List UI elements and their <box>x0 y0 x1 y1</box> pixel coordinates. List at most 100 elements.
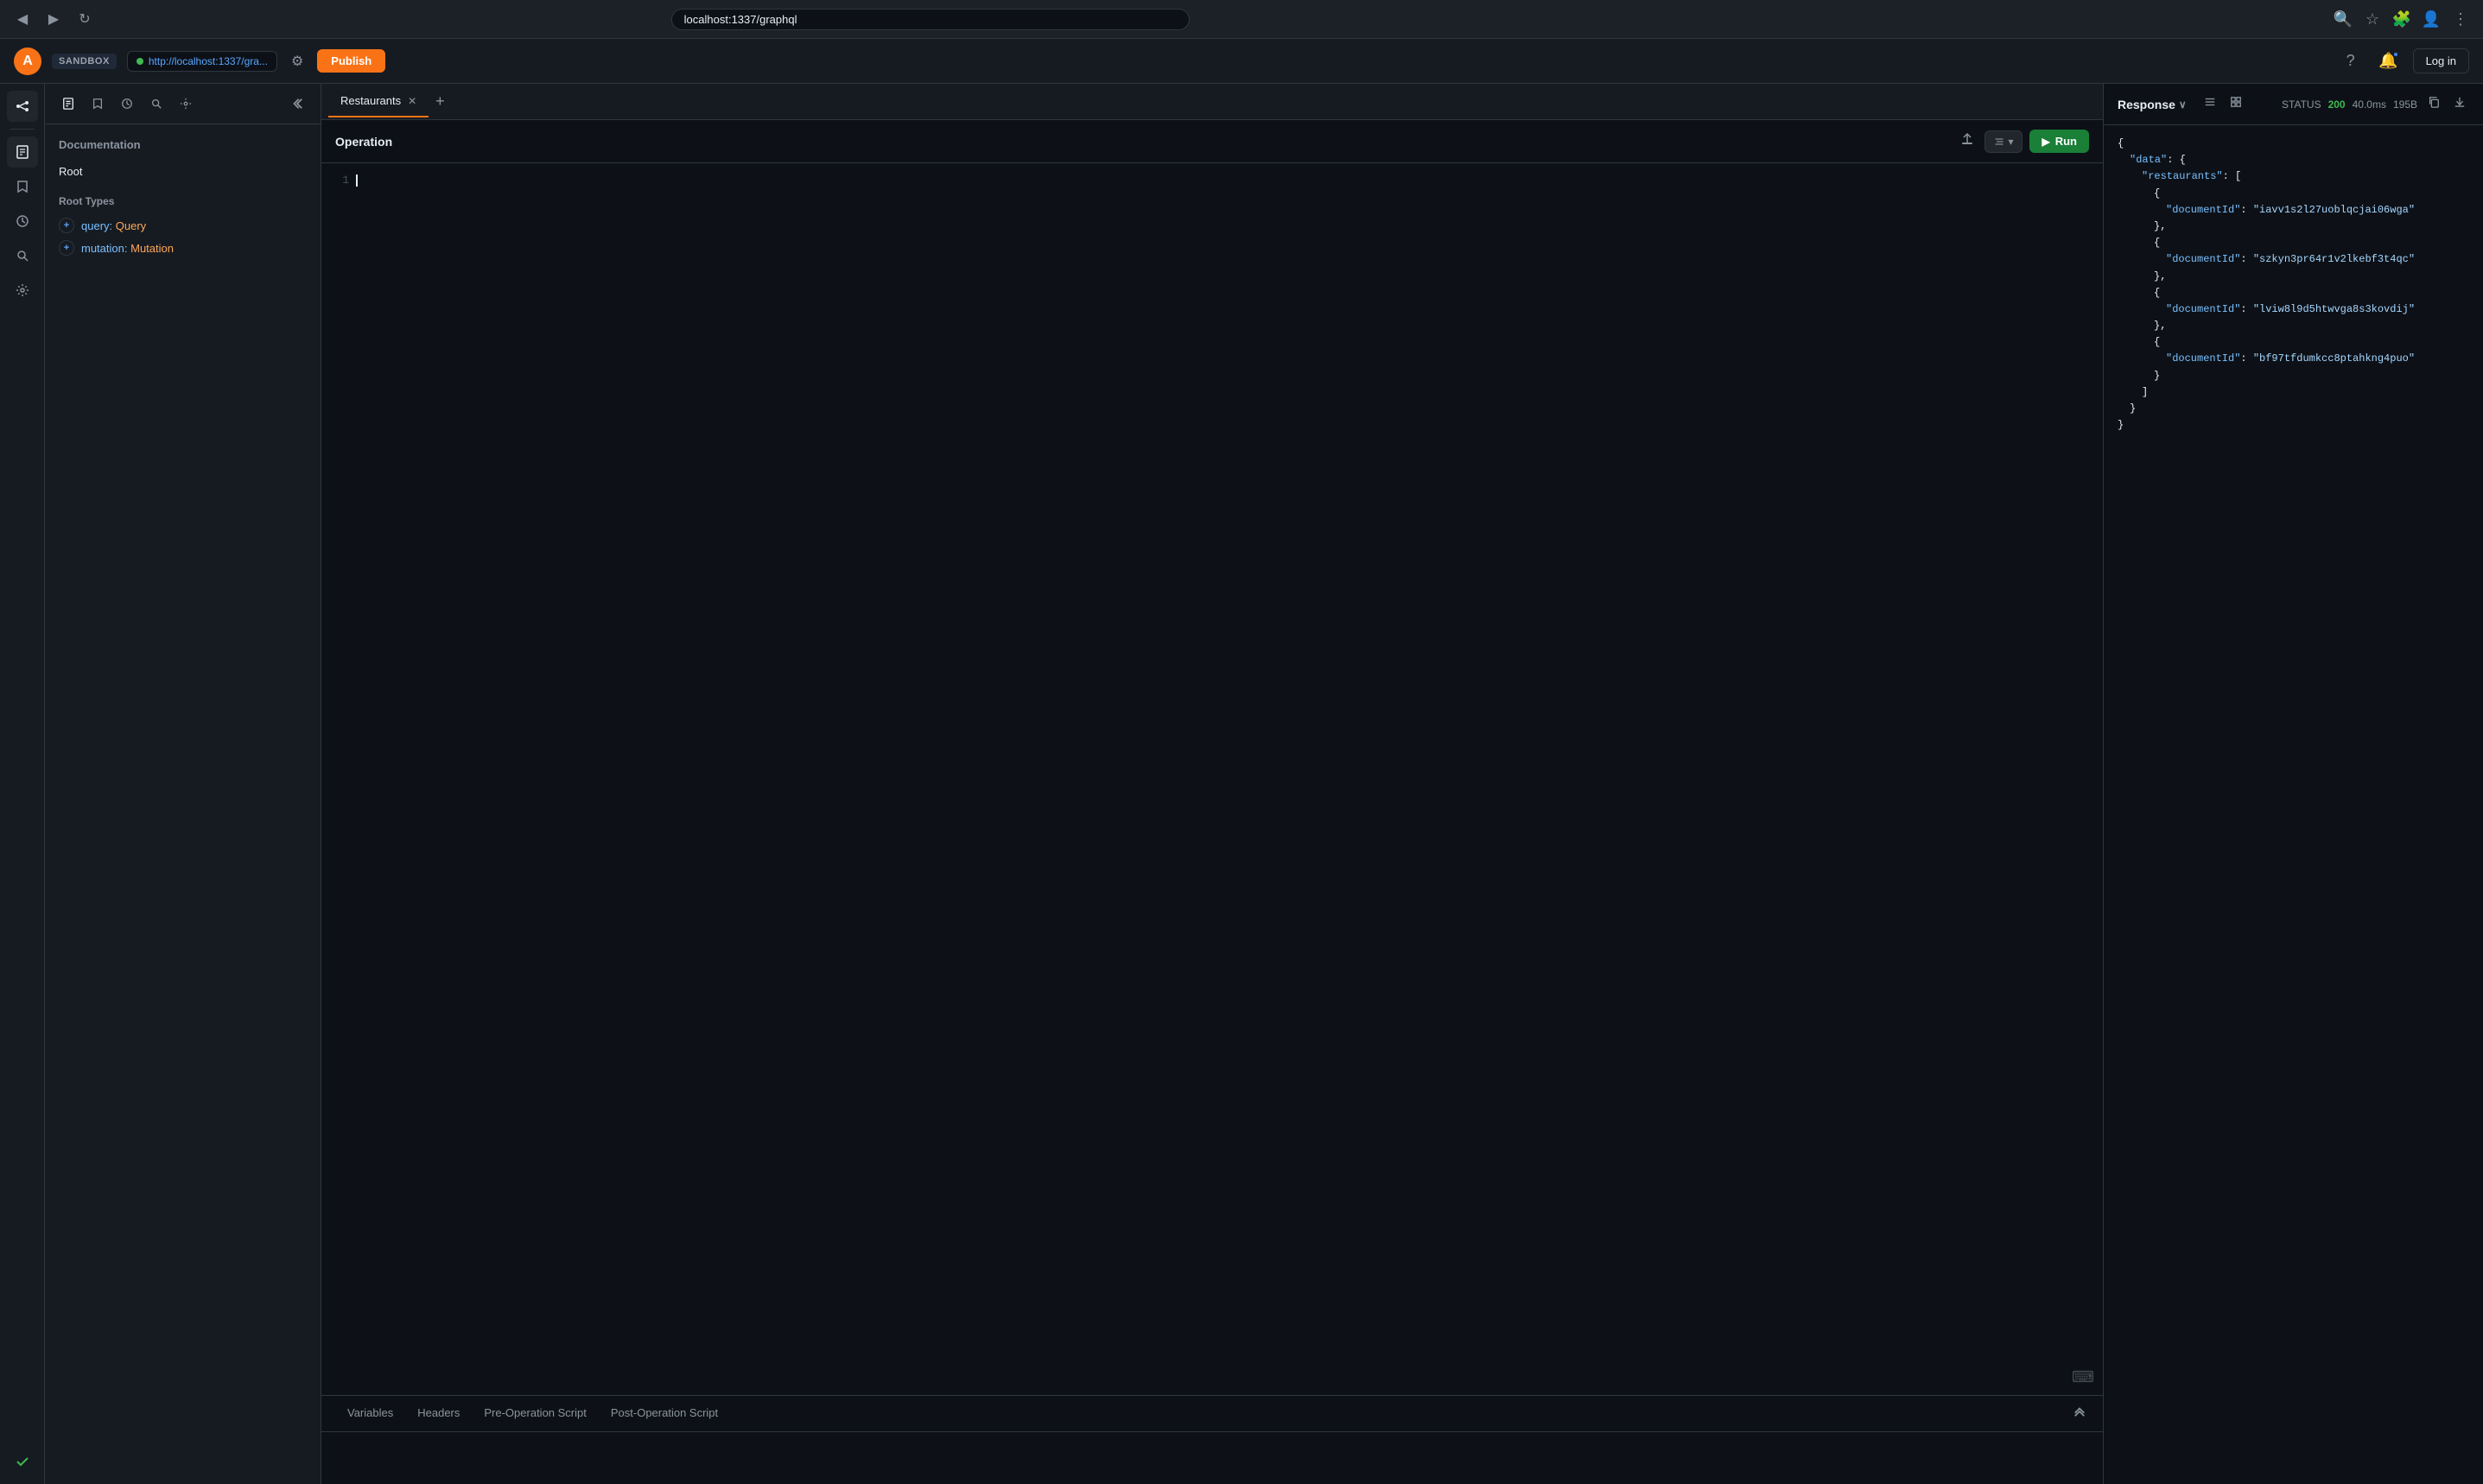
response-meta: STATUS 200 40.0ms 195B <box>2282 92 2469 116</box>
sidebar-btn-docs[interactable] <box>7 136 38 168</box>
query-type-item[interactable]: + query: Query <box>59 214 307 237</box>
notification-dot <box>2392 51 2399 58</box>
zoom-button[interactable]: 🔍 <box>2331 7 2355 31</box>
editor-area: Restaurants ✕ + Operation <box>321 84 2103 1484</box>
sidebar-tool-bookmark[interactable] <box>85 91 111 117</box>
response-header-actions <box>2200 92 2245 116</box>
keyboard-icon: ⌨ <box>2072 1368 2094 1386</box>
app-bar-right: ? 🔔 Log in <box>2337 48 2469 75</box>
mutation-type-item[interactable]: + mutation: Mutation <box>59 237 307 259</box>
status-code: 200 <box>2328 98 2346 111</box>
response-size: 195B <box>2393 98 2417 111</box>
editor-header-actions: ▾ ▶ Run <box>1957 129 2089 154</box>
url-bar[interactable]: localhost:1337/graphql <box>671 9 1190 30</box>
add-tab-button[interactable]: + <box>432 89 448 114</box>
prettify-label: ▾ <box>2008 136 2013 148</box>
publish-button[interactable]: Publish <box>317 49 385 73</box>
app-bar: A SANDBOX http://localhost:1337/gra... ⚙… <box>0 39 2483 84</box>
env-url-text: http://localhost:1337/gra... <box>149 55 268 67</box>
sidebar-toolbar <box>45 84 321 124</box>
query-type-name: Query <box>116 219 146 232</box>
reload-button[interactable]: ↻ <box>73 7 97 31</box>
mutation-keyword: mutation: <box>81 242 127 255</box>
mutation-plus-icon: + <box>59 240 74 256</box>
run-label: Run <box>2055 135 2077 148</box>
response-download-button[interactable] <box>2450 92 2469 116</box>
editor-cursor <box>356 174 358 187</box>
query-plus-icon: + <box>59 218 74 233</box>
notifications-button[interactable]: 🔔 <box>2375 48 2403 75</box>
run-button[interactable]: ▶ Run <box>2029 130 2089 153</box>
response-header: Response ∨ <box>2104 84 2483 125</box>
sidebar-btn-check[interactable] <box>7 1446 38 1477</box>
url-text: localhost:1337/graphql <box>684 13 797 26</box>
editor-footer: Variables Headers Pre-Operation Script P… <box>321 1395 2103 1484</box>
bottom-tabs: Variables Headers Pre-Operation Script P… <box>321 1396 2103 1432</box>
back-button[interactable]: ◀ <box>10 7 35 31</box>
star-button[interactable]: ☆ <box>2360 7 2385 31</box>
root-types-section: Root Types + query: Query + mutation: Mu… <box>59 195 307 259</box>
sidebar-tool-history[interactable] <box>114 91 140 117</box>
tab-variables[interactable]: Variables <box>335 1398 405 1430</box>
response-label: Response <box>2118 98 2175 111</box>
editor-header: Operation ▾ <box>321 120 2103 163</box>
sidebar-tool-settings[interactable] <box>173 91 199 117</box>
editor-content[interactable] <box>356 163 2103 1395</box>
tab-post-operation[interactable]: Post-Operation Script <box>599 1398 730 1430</box>
sidebar-btn-bookmark[interactable] <box>7 171 38 202</box>
extensions-button[interactable]: 🧩 <box>2390 7 2414 31</box>
tab-restaurants-label: Restaurants <box>340 94 401 107</box>
forward-button[interactable]: ▶ <box>41 7 66 31</box>
sidebar-tool-search[interactable] <box>143 91 169 117</box>
sidebar-separator <box>10 129 35 130</box>
response-panel: Response ∨ <box>2103 84 2483 1484</box>
tab-headers[interactable]: Headers <box>405 1398 472 1430</box>
env-status-dot <box>137 58 143 65</box>
tab-restaurants[interactable]: Restaurants ✕ <box>328 86 429 117</box>
response-copy-button[interactable] <box>2424 92 2443 116</box>
response-body[interactable]: { "data": { "restaurants": [ { "document… <box>2104 125 2483 1484</box>
sidebar-tool-docs[interactable] <box>55 91 81 117</box>
sidebar-content: Documentation Root Root Types + query: Q… <box>45 124 321 1484</box>
response-chevron-icon: ∨ <box>2179 98 2187 111</box>
prettify-button[interactable]: ▾ <box>1984 130 2023 153</box>
play-icon: ▶ <box>2042 136 2049 148</box>
sidebar-btn-history[interactable] <box>7 206 38 237</box>
bottom-panel <box>321 1432 2103 1484</box>
operation-title: Operation <box>335 135 1957 149</box>
settings-button[interactable]: ⚙ <box>288 49 307 73</box>
sidebar-btn-settings[interactable] <box>7 275 38 306</box>
sidebar-collapse-button[interactable] <box>284 91 310 117</box>
tab-close-button[interactable]: ✕ <box>408 96 416 106</box>
editor-container[interactable]: 1 ⌨ <box>321 163 2103 1395</box>
browser-actions: 🔍 ☆ 🧩 👤 ⋮ <box>2331 7 2473 31</box>
sidebar-btn-graph[interactable] <box>7 91 38 122</box>
bottom-collapse-button[interactable] <box>2070 1402 2089 1425</box>
content-sidebar: Documentation Root Root Types + query: Q… <box>45 84 321 1484</box>
editor-tabs: Restaurants ✕ + <box>321 84 2103 120</box>
sandbox-badge: SANDBOX <box>52 54 117 69</box>
response-list-view-button[interactable] <box>2200 92 2219 116</box>
env-url[interactable]: http://localhost:1337/gra... <box>127 51 277 72</box>
menu-button[interactable]: ⋮ <box>2448 7 2473 31</box>
upload-icon-button[interactable] <box>1957 129 1978 154</box>
query-keyword: query: <box>81 219 112 232</box>
response-grid-view-button[interactable] <box>2226 92 2245 116</box>
browser-bar: ◀ ▶ ↻ localhost:1337/graphql 🔍 ☆ 🧩 👤 ⋮ <box>0 0 2483 39</box>
help-button[interactable]: ? <box>2337 48 2365 75</box>
icon-sidebar <box>0 84 45 1484</box>
app-logo: A <box>14 48 41 75</box>
tab-pre-operation[interactable]: Pre-Operation Script <box>472 1398 599 1430</box>
json-viewer: { "data": { "restaurants": [ { "document… <box>2118 136 2469 434</box>
status-label: STATUS <box>2282 98 2321 111</box>
profile-button[interactable]: 👤 <box>2419 7 2443 31</box>
editor-body: 1 <box>321 163 2103 1395</box>
response-title: Response ∨ <box>2118 98 2187 111</box>
sidebar-root-item[interactable]: Root <box>59 162 307 181</box>
line-numbers: 1 <box>321 163 356 1395</box>
login-button[interactable]: Log in <box>2413 48 2469 73</box>
documentation-title: Documentation <box>59 138 307 151</box>
root-types-title: Root Types <box>59 195 307 207</box>
response-time: 40.0ms <box>2353 98 2386 111</box>
sidebar-btn-search[interactable] <box>7 240 38 271</box>
